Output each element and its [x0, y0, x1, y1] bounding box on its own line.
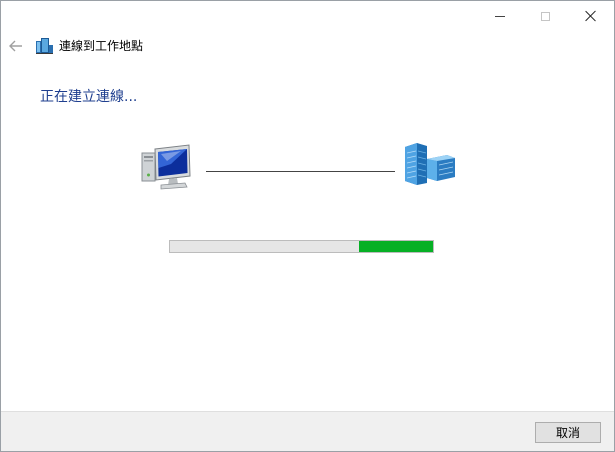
back-arrow-icon [9, 40, 22, 52]
minimize-button[interactable] [477, 1, 523, 31]
dialog-title: 連線到工作地點 [59, 39, 144, 53]
close-icon [585, 10, 597, 22]
dialog-window: 連線到工作地點 正在建立連線... 取消 [0, 0, 615, 452]
dialog-footer: 取消 [1, 411, 614, 451]
cancel-button[interactable]: 取消 [535, 422, 601, 443]
close-button[interactable] [568, 1, 614, 31]
connection-progress-bar [169, 240, 434, 253]
computer-icon [141, 144, 191, 190]
connection-line [206, 171, 395, 172]
title-bar [1, 1, 614, 31]
progress-bar-fill [359, 241, 433, 252]
workplace-server-icon [405, 143, 455, 185]
maximize-button[interactable] [522, 1, 568, 31]
connecting-status-heading: 正在建立連線... [40, 89, 138, 105]
back-button[interactable] [6, 36, 26, 56]
maximize-icon [540, 11, 550, 21]
minimize-icon [495, 15, 505, 17]
workplace-building-icon [36, 38, 53, 54]
